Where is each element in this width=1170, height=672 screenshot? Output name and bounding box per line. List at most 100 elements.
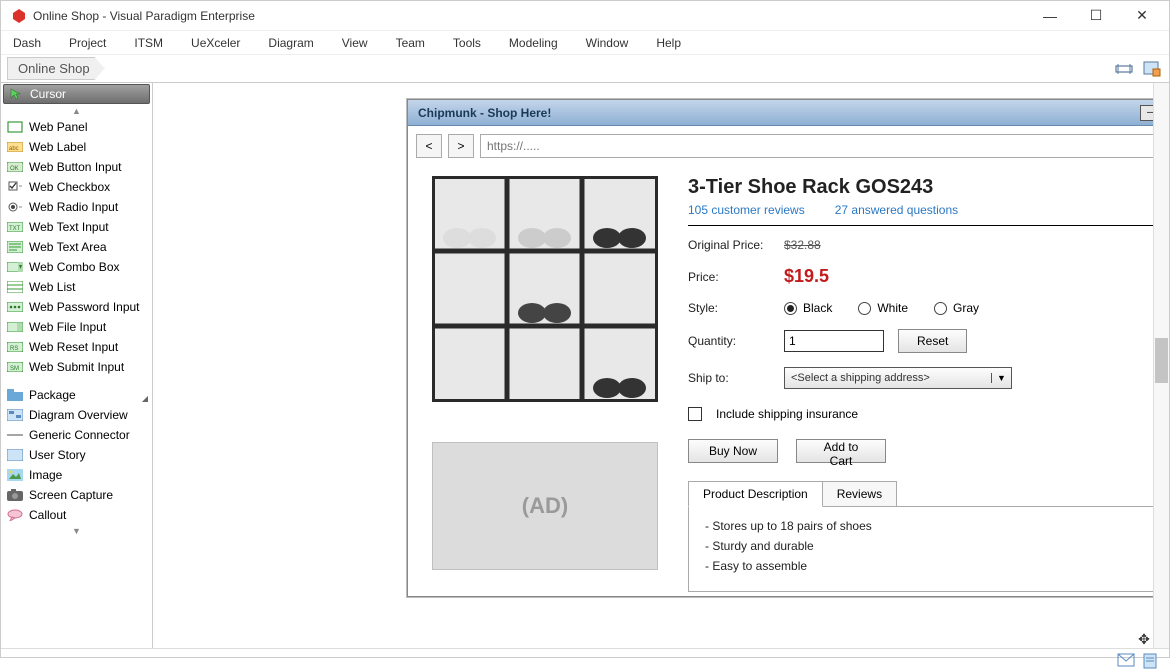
- statusbar: [1, 648, 1169, 672]
- menu-project[interactable]: Project: [69, 36, 106, 50]
- desc-line-1: - Stores up to 18 pairs of shoes: [705, 519, 1153, 533]
- palette-callout[interactable]: Callout: [1, 505, 152, 525]
- palette-cursor-label: Cursor: [30, 87, 66, 101]
- palette-web-file[interactable]: Web File Input: [1, 317, 152, 337]
- reset-icon: RS: [7, 340, 23, 354]
- wireframe-forward-button[interactable]: >: [448, 134, 474, 158]
- palette-image[interactable]: Image: [1, 465, 152, 485]
- palette-cursor[interactable]: Cursor: [3, 84, 150, 104]
- scrollbar-thumb[interactable]: [1155, 338, 1168, 383]
- password-icon: [7, 300, 23, 314]
- svg-text:SM: SM: [10, 366, 19, 372]
- menu-window[interactable]: Window: [586, 36, 629, 50]
- breadcrumb-tab[interactable]: Online Shop: [7, 57, 105, 80]
- tab-description[interactable]: Product Description: [688, 481, 823, 507]
- toolbar-icon-1[interactable]: [1113, 58, 1135, 80]
- menu-itsm[interactable]: ITSM: [134, 36, 163, 50]
- overview-icon: [7, 408, 23, 422]
- note-icon[interactable]: [1143, 653, 1161, 669]
- palette-web-button[interactable]: OKWeb Button Input: [1, 157, 152, 177]
- menu-modeling[interactable]: Modeling: [509, 36, 558, 50]
- diagram-canvas[interactable]: Chipmunk - Shop Here! — ☐ ✕ < > GO: [153, 83, 1153, 648]
- palette-web-radio[interactable]: Web Radio Input: [1, 197, 152, 217]
- palette-scroll-up[interactable]: ▲: [1, 105, 152, 117]
- wireframe-url-input[interactable]: [480, 134, 1153, 158]
- menu-tools[interactable]: Tools: [453, 36, 481, 50]
- tab-reviews[interactable]: Reviews: [822, 481, 897, 507]
- menu-view[interactable]: View: [342, 36, 368, 50]
- ship-label: Ship to:: [688, 371, 770, 385]
- palette-web-combo[interactable]: Web Combo Box: [1, 257, 152, 277]
- palette-connector[interactable]: Generic Connector: [1, 425, 152, 445]
- textinput-icon: TXT: [7, 220, 23, 234]
- style-radio-gray[interactable]: Gray: [934, 301, 979, 315]
- orig-price-value: $32.88: [784, 238, 821, 252]
- price-value: $19.5: [784, 266, 829, 287]
- desc-line-2: - Sturdy and durable: [705, 539, 1153, 553]
- breadcrumb-bar: Online Shop: [1, 55, 1169, 83]
- chevron-down-icon: ▼: [991, 373, 1011, 383]
- svg-text:abc: abc: [9, 146, 19, 152]
- reset-button[interactable]: Reset: [898, 329, 967, 353]
- orig-price-label: Original Price:: [688, 238, 770, 252]
- menu-team[interactable]: Team: [396, 36, 425, 50]
- palette-web-textinput[interactable]: TXTWeb Text Input: [1, 217, 152, 237]
- toolbar-icon-2[interactable]: [1141, 58, 1163, 80]
- insurance-checkbox[interactable]: [688, 407, 702, 421]
- story-icon: [7, 448, 23, 462]
- wireframe-back-button[interactable]: <: [416, 134, 442, 158]
- palette-web-list[interactable]: Web List: [1, 277, 152, 297]
- menu-diagram[interactable]: Diagram: [268, 36, 313, 50]
- svg-text:RS: RS: [10, 346, 18, 352]
- palette-scroll-down[interactable]: ▼: [1, 525, 152, 537]
- wireframe-title: Chipmunk - Shop Here!: [414, 106, 1136, 120]
- add-to-cart-button[interactable]: Add to Cart: [796, 439, 886, 463]
- product-tabs: Product Description Reviews: [688, 481, 1153, 507]
- palette-web-panel[interactable]: Web Panel: [1, 117, 152, 137]
- svg-text:OK: OK: [10, 166, 19, 172]
- tab-content: - Stores up to 18 pairs of shoes - Sturd…: [688, 506, 1153, 592]
- questions-link[interactable]: 27 answered questions: [835, 203, 958, 217]
- menu-help[interactable]: Help: [656, 36, 681, 50]
- palette-web-submit[interactable]: SMWeb Submit Input: [1, 357, 152, 377]
- move-handle-icon[interactable]: ✥: [1136, 631, 1152, 647]
- mail-icon[interactable]: [1117, 653, 1135, 669]
- buy-now-button[interactable]: Buy Now: [688, 439, 778, 463]
- palette-user-story[interactable]: User Story: [1, 445, 152, 465]
- palette-web-label[interactable]: abcWeb Label: [1, 137, 152, 157]
- maximize-button[interactable]: ☐: [1073, 2, 1119, 30]
- combo-icon: [7, 260, 23, 274]
- menubar: Dash Project ITSM UeXceler Diagram View …: [1, 31, 1169, 55]
- menu-dash[interactable]: Dash: [13, 36, 41, 50]
- image-icon: [7, 468, 23, 482]
- desc-line-3: - Easy to assemble: [705, 559, 1153, 573]
- file-icon: [7, 320, 23, 334]
- window-titlebar: Online Shop - Visual Paradigm Enterprise…: [1, 1, 1169, 31]
- callout-icon: [7, 508, 23, 522]
- close-button[interactable]: ✕: [1119, 2, 1165, 30]
- palette-web-password[interactable]: Web Password Input: [1, 297, 152, 317]
- reviews-link[interactable]: 105 customer reviews: [688, 203, 805, 217]
- minimize-button[interactable]: —: [1027, 2, 1073, 30]
- palette-web-textarea[interactable]: Web Text Area: [1, 237, 152, 257]
- menu-uexceler[interactable]: UeXceler: [191, 36, 240, 50]
- wireframe-browser-window[interactable]: Chipmunk - Shop Here! — ☐ ✕ < > GO: [407, 99, 1153, 597]
- qty-input[interactable]: [784, 330, 884, 352]
- palette-web-reset[interactable]: RSWeb Reset Input: [1, 337, 152, 357]
- palette-screen-capture[interactable]: Screen Capture: [1, 485, 152, 505]
- style-radio-black[interactable]: Black: [784, 301, 832, 315]
- style-radio-white[interactable]: White: [858, 301, 908, 315]
- label-icon: abc: [7, 140, 23, 154]
- palette-web-checkbox[interactable]: Web Checkbox: [1, 177, 152, 197]
- product-image: [432, 176, 658, 402]
- palette-package[interactable]: Package◢: [1, 385, 152, 405]
- product-title: 3-Tier Shoe Rack GOS243: [688, 176, 1153, 199]
- palette-diagram-overview[interactable]: Diagram Overview: [1, 405, 152, 425]
- price-label: Price:: [688, 270, 770, 284]
- ship-select[interactable]: <Select a shipping address> ▼: [784, 367, 1012, 389]
- tool-palette: Cursor ▲ Web Panel abcWeb Label OKWeb Bu…: [1, 83, 153, 648]
- wireframe-minimize-button[interactable]: —: [1140, 105, 1153, 121]
- vertical-scrollbar[interactable]: [1153, 83, 1169, 648]
- qty-label: Quantity:: [688, 334, 770, 348]
- panel-icon: [7, 120, 23, 134]
